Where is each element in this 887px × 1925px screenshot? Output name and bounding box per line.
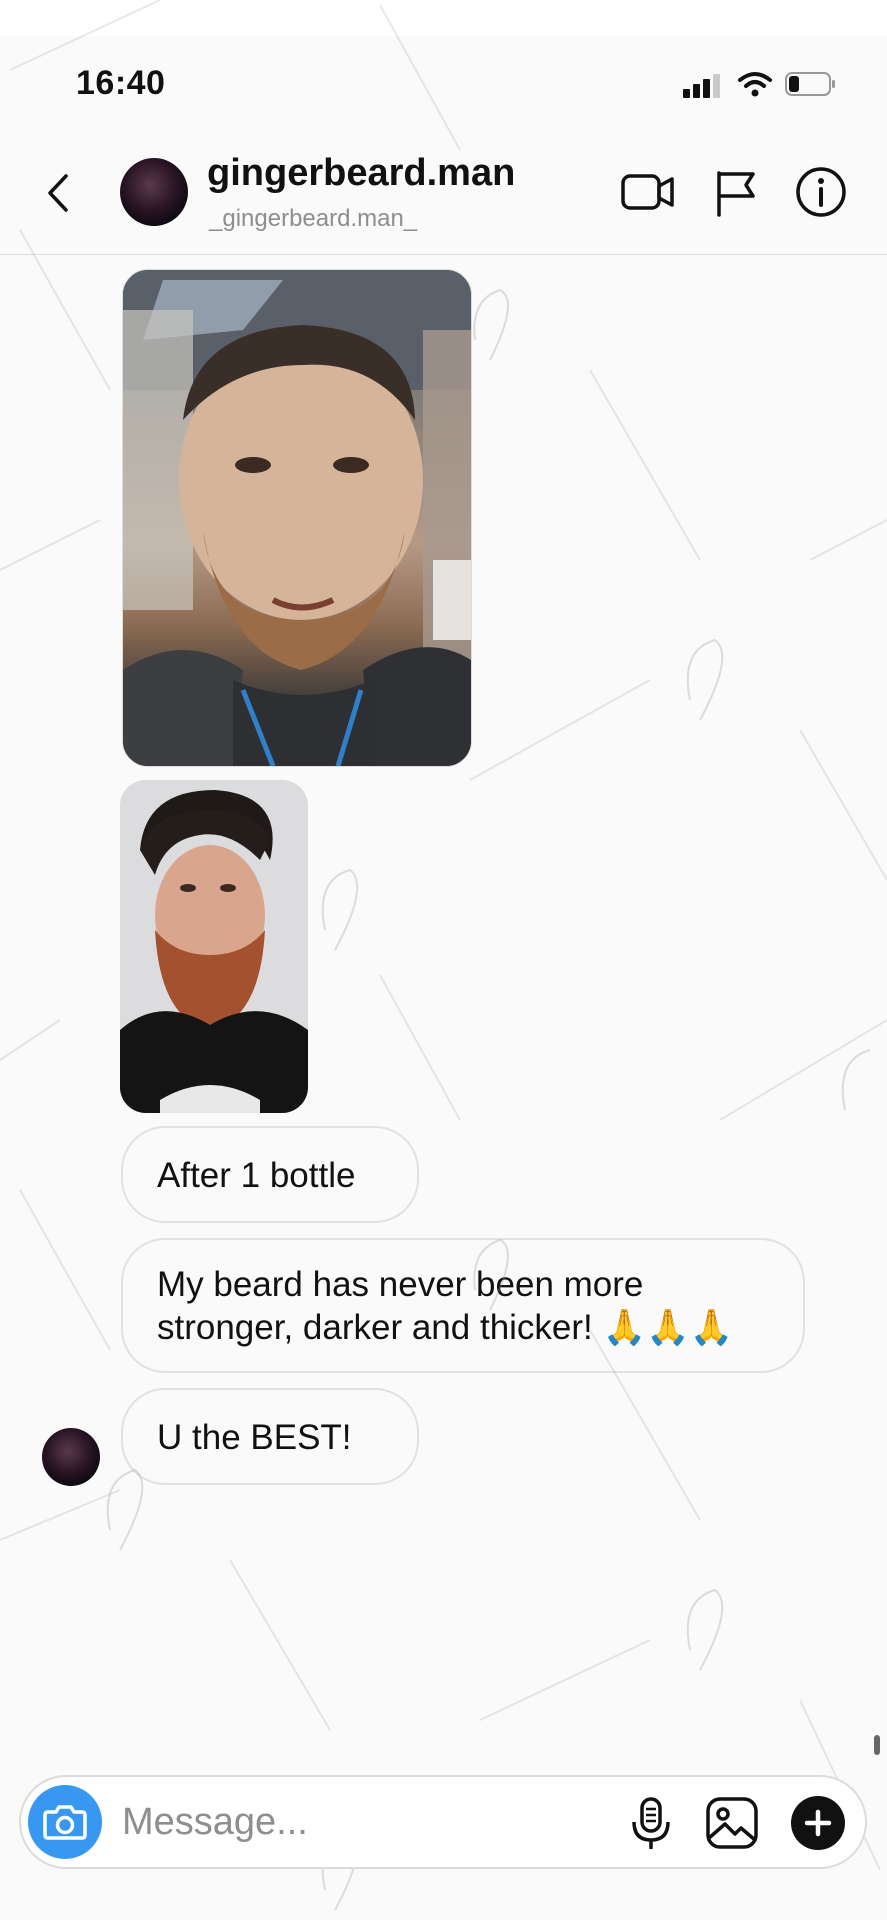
camera-icon bbox=[43, 1805, 87, 1840]
image-gallery-icon bbox=[706, 1797, 758, 1849]
avatar[interactable] bbox=[120, 158, 188, 226]
message-bubble[interactable]: After 1 bottle bbox=[121, 1126, 419, 1223]
selfie-photo-2 bbox=[120, 780, 308, 1113]
message-input[interactable] bbox=[120, 1796, 574, 1848]
wifi-icon bbox=[738, 72, 772, 97]
signal-icon bbox=[683, 72, 723, 98]
info-button[interactable] bbox=[795, 166, 847, 218]
video-call-button[interactable] bbox=[620, 170, 676, 214]
message-bubble[interactable]: U the BEST! bbox=[121, 1388, 419, 1485]
status-time: 16:40 bbox=[76, 64, 166, 102]
more-options-button[interactable] bbox=[791, 1796, 845, 1850]
photo-message[interactable] bbox=[122, 269, 472, 767]
flag-icon bbox=[717, 171, 755, 217]
report-flag-button[interactable] bbox=[713, 168, 757, 218]
photo-message[interactable] bbox=[120, 780, 308, 1113]
microphone-icon bbox=[632, 1797, 670, 1849]
back-button[interactable] bbox=[42, 170, 78, 216]
scrollbar[interactable] bbox=[874, 1735, 880, 1755]
battery-icon bbox=[785, 72, 835, 96]
plus-icon bbox=[804, 1809, 832, 1837]
gallery-button[interactable] bbox=[705, 1796, 759, 1850]
user-handle: _gingerbeard.man_ bbox=[209, 205, 418, 232]
microphone-button[interactable] bbox=[628, 1796, 674, 1852]
info-icon bbox=[796, 167, 846, 217]
selfie-photo-1 bbox=[123, 270, 471, 766]
username[interactable]: gingerbeard.man bbox=[207, 152, 515, 195]
sender-avatar[interactable] bbox=[42, 1428, 100, 1486]
video-camera-icon bbox=[621, 174, 674, 210]
top-strip bbox=[0, 0, 887, 36]
camera-button[interactable] bbox=[28, 1785, 102, 1859]
message-bubble[interactable]: My beard has never been more stronger, d… bbox=[121, 1238, 805, 1373]
